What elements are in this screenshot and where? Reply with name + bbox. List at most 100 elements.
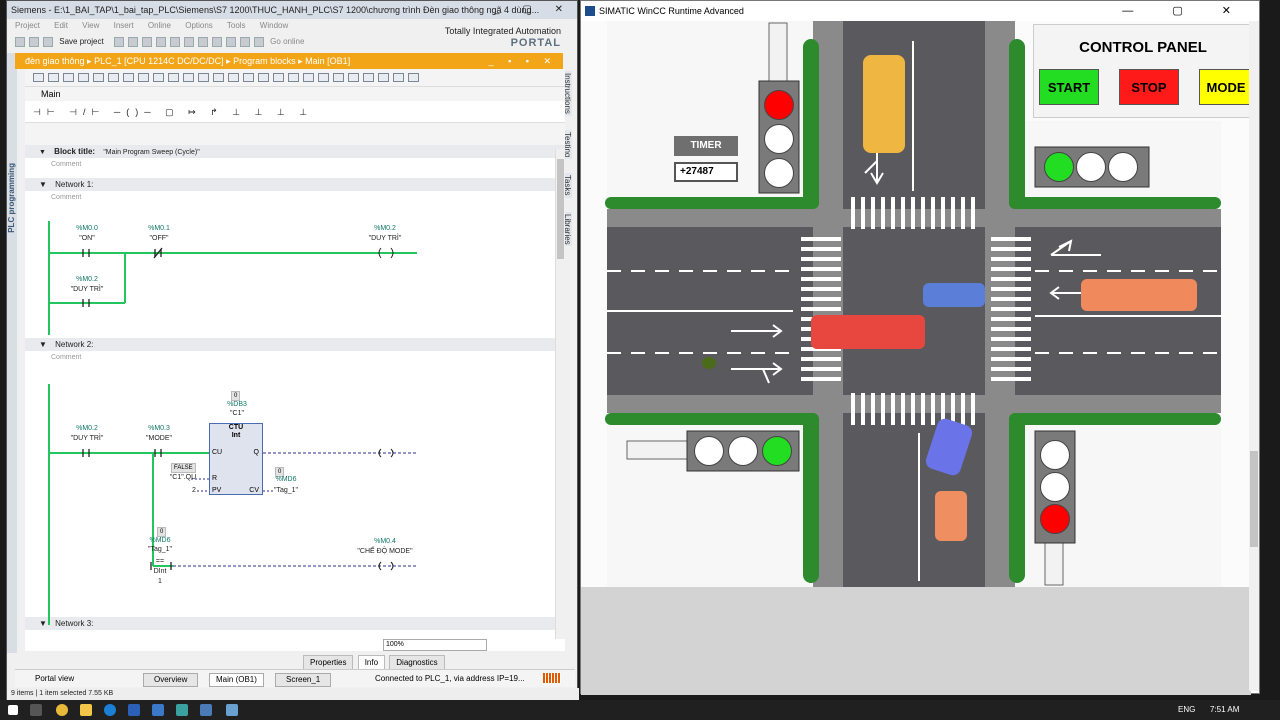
menu-window[interactable]: Window — [260, 21, 288, 30]
toolbar-icon[interactable] — [168, 73, 179, 82]
toolbar-icon[interactable] — [123, 73, 134, 82]
network-1-comment[interactable]: Comment — [25, 191, 565, 205]
tia-brand: Totally Integrated Automation PORTAL — [445, 25, 561, 49]
clock[interactable]: 7:51 AM — [1210, 705, 1239, 714]
save-icon[interactable] — [43, 36, 53, 47]
network-3-title[interactable]: Network 3: — [55, 619, 93, 628]
go-online-button[interactable]: Go online — [270, 37, 304, 46]
compile-icon[interactable] — [211, 36, 222, 47]
breadcrumb-path[interactable]: đèn giao thông ▸ PLC_1 [CPU 1214C DC/DC/… — [25, 56, 350, 66]
taskbar-overview[interactable]: Overview — [143, 673, 199, 687]
windows-start-icon[interactable] — [8, 705, 18, 715]
timer-label: TIMER — [674, 136, 738, 156]
toolbar-icon[interactable] — [408, 73, 419, 82]
wincc-window-controls[interactable]: — ▢ ✕ — [1122, 1, 1249, 21]
menu-insert[interactable]: Insert — [114, 21, 134, 30]
toolbar-icon[interactable] — [273, 73, 284, 82]
wincc-icon[interactable] — [226, 704, 238, 716]
network-2-comment[interactable]: Comment — [25, 351, 565, 365]
menu-project[interactable]: Project — [15, 21, 40, 30]
traffic-lamp-north-3 — [764, 158, 794, 188]
copy-icon[interactable] — [141, 36, 152, 47]
print-icon[interactable] — [113, 36, 124, 47]
toolbar-icon[interactable] — [303, 73, 314, 82]
upload-icon[interactable] — [239, 36, 250, 47]
open-project-icon[interactable] — [29, 36, 39, 47]
mode-button[interactable]: MODE — [1199, 69, 1251, 105]
language-indicator[interactable]: ENG — [1178, 705, 1195, 714]
block-title-value[interactable]: "Main Program Sweep (Cycle)" — [103, 149, 199, 156]
left-sidebar: PLC programming — [7, 53, 17, 653]
toolbar-icon[interactable] — [228, 73, 239, 82]
collapse-icon[interactable]: ▼ — [39, 340, 47, 349]
toolbar-icon[interactable] — [93, 73, 104, 82]
block-comment[interactable]: Comment — [25, 158, 565, 172]
toolbar-icon[interactable] — [213, 73, 224, 82]
delete-icon[interactable] — [169, 36, 180, 47]
save-project-button[interactable]: Save project — [59, 37, 103, 46]
tia-portal-icon[interactable] — [176, 704, 188, 716]
edge-icon[interactable] — [104, 704, 116, 716]
collapse-icon[interactable]: ▼ — [39, 619, 47, 628]
toolbar-icon[interactable] — [63, 73, 74, 82]
toolbar-icon[interactable] — [288, 73, 299, 82]
chrome-icon[interactable] — [56, 704, 68, 716]
toolbar-icon[interactable] — [198, 73, 209, 82]
plc-sim-icon[interactable] — [200, 704, 212, 716]
file-explorer-icon[interactable] — [80, 704, 92, 716]
toolbar-icon[interactable] — [363, 73, 374, 82]
toolbar-icon[interactable] — [108, 73, 119, 82]
wincc-scrollbar[interactable] — [1249, 21, 1259, 691]
paste-icon[interactable] — [155, 36, 166, 47]
download-icon[interactable] — [225, 36, 236, 47]
app-icon[interactable] — [152, 704, 164, 716]
toolbar-icon[interactable] — [78, 73, 89, 82]
wincc-scroll-thumb[interactable] — [1250, 451, 1258, 547]
toolbar-icon[interactable] — [138, 73, 149, 82]
traffic-lamp-east-1 — [1044, 152, 1074, 182]
toolbar-icon[interactable] — [318, 73, 329, 82]
stop-button[interactable]: STOP — [1119, 69, 1179, 105]
traffic-lamp-east-2 — [1076, 152, 1106, 182]
tia-window-controls[interactable]: _ ▢ ✕ — [494, 1, 573, 19]
redo-icon[interactable] — [197, 36, 208, 47]
taskbar-screen1[interactable]: Screen_1 — [275, 673, 332, 687]
menu-view[interactable]: View — [82, 21, 99, 30]
toolbar-icon[interactable] — [183, 73, 194, 82]
toolbar-icon[interactable] — [258, 73, 269, 82]
toolbar-icon[interactable] — [393, 73, 404, 82]
toolbar-icon[interactable] — [153, 73, 164, 82]
start-button[interactable]: START — [1039, 69, 1099, 105]
undo-icon[interactable] — [183, 36, 194, 47]
toolbar-icon[interactable] — [333, 73, 344, 82]
scroll-thumb[interactable] — [557, 159, 564, 259]
menu-online[interactable]: Online — [148, 21, 171, 30]
menu-tools[interactable]: Tools — [227, 21, 246, 30]
word-icon[interactable] — [128, 704, 140, 716]
new-project-icon[interactable] — [15, 36, 25, 47]
siemens-logo-icon — [585, 6, 595, 16]
editor-window-controls[interactable]: _ ▪ ▪ ✕ — [489, 53, 557, 69]
taskbar-main-ob1[interactable]: Main (OB1) — [209, 673, 264, 687]
timer-value-field[interactable]: +27487 — [674, 162, 738, 182]
toolbar-icon[interactable] — [348, 73, 359, 82]
simulate-icon[interactable] — [253, 36, 264, 47]
network-2-title[interactable]: Network 2: — [55, 340, 93, 349]
task-view-icon[interactable] — [30, 704, 42, 716]
collapse-icon[interactable]: ▼ — [39, 149, 46, 156]
portal-view-button[interactable]: Portal view — [35, 673, 74, 685]
zoom-select[interactable]: 100% — [383, 639, 487, 651]
menu-edit[interactable]: Edit — [54, 21, 68, 30]
toolbar-icon[interactable] — [48, 73, 59, 82]
toolbar-icon[interactable] — [33, 73, 44, 82]
menu-options[interactable]: Options — [185, 21, 213, 30]
plc-programming-tab[interactable]: PLC programming — [7, 163, 16, 233]
network-1-title[interactable]: Network 1: — [55, 180, 93, 189]
collapse-icon[interactable]: ▼ — [39, 180, 47, 189]
toolbar-icon[interactable] — [243, 73, 254, 82]
cut-icon[interactable] — [127, 36, 138, 47]
brand-line1: Totally Integrated Automation — [444, 26, 561, 36]
ladder-instruction-icons[interactable]: ⊣⊢ ⊣/⊢ ─()─ ▢ ↦ ↱ ⊥ ⊥ ⊥ ⊥ — [33, 107, 313, 117]
editor-scrollbar[interactable] — [555, 149, 565, 639]
toolbar-icon[interactable] — [378, 73, 389, 82]
